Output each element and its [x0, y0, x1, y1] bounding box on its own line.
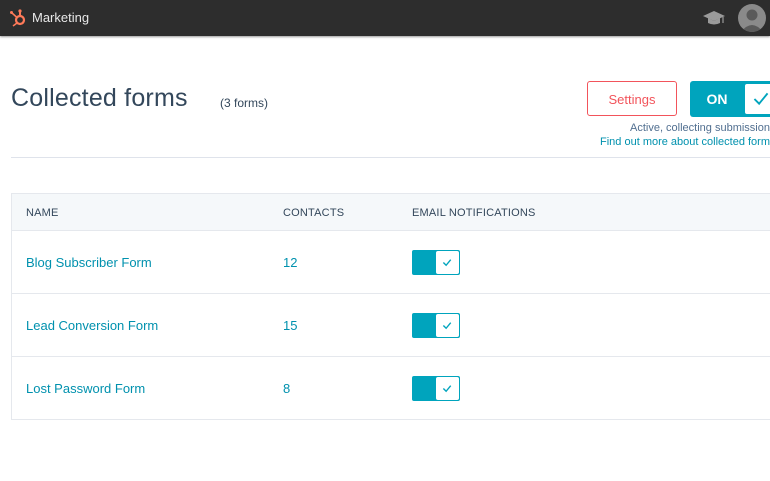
column-header-email-notifications[interactable]: EMAIL NOTIFICATIONS [412, 207, 536, 219]
contacts-count[interactable]: 8 [283, 381, 290, 396]
top-navigation-bar: Marketing [0, 0, 770, 36]
email-notification-toggle[interactable] [412, 376, 460, 401]
toggle-knob [435, 376, 460, 401]
app-title[interactable]: Marketing [32, 10, 89, 25]
table-row: Lead Conversion Form 15 [12, 294, 770, 357]
email-notification-toggle[interactable] [412, 250, 460, 275]
table-row: Blog Subscriber Form 12 [12, 231, 770, 294]
column-header-name[interactable]: NAME [26, 207, 59, 219]
header-divider [11, 157, 770, 158]
page-title: Collected forms [11, 84, 188, 112]
checkmark-icon [442, 385, 452, 393]
collection-status-text: Active, collecting submission [629, 122, 770, 134]
forms-table: NAME CONTACTS EMAIL NOTIFICATIONS Blog S… [11, 193, 770, 420]
form-count: (3 forms) [220, 96, 268, 110]
hubspot-logo-icon[interactable] [9, 9, 27, 27]
toggle-knob [435, 313, 460, 338]
user-avatar-icon[interactable] [738, 4, 766, 32]
checkmark-icon [753, 92, 769, 106]
contacts-count[interactable]: 12 [283, 255, 297, 270]
settings-button[interactable]: Settings [587, 81, 677, 116]
form-name-link[interactable]: Lead Conversion Form [26, 318, 158, 333]
checkmark-icon [442, 322, 452, 330]
form-name-link[interactable]: Blog Subscriber Form [26, 255, 152, 270]
contacts-count[interactable]: 15 [283, 318, 297, 333]
toggle-knob [435, 250, 460, 275]
checkmark-icon [442, 259, 452, 267]
table-header: NAME CONTACTS EMAIL NOTIFICATIONS [12, 194, 770, 231]
toggle-on-label: ON [706, 91, 728, 107]
learn-more-link[interactable]: Find out more about collected form [600, 136, 770, 148]
email-notification-toggle[interactable] [412, 313, 460, 338]
collection-on-toggle[interactable]: ON [690, 81, 770, 117]
column-header-contacts[interactable]: CONTACTS [283, 207, 344, 219]
form-name-link[interactable]: Lost Password Form [26, 381, 145, 396]
toggle-knob [744, 83, 770, 115]
graduation-cap-icon[interactable] [702, 8, 726, 28]
table-row: Lost Password Form 8 [12, 357, 770, 420]
